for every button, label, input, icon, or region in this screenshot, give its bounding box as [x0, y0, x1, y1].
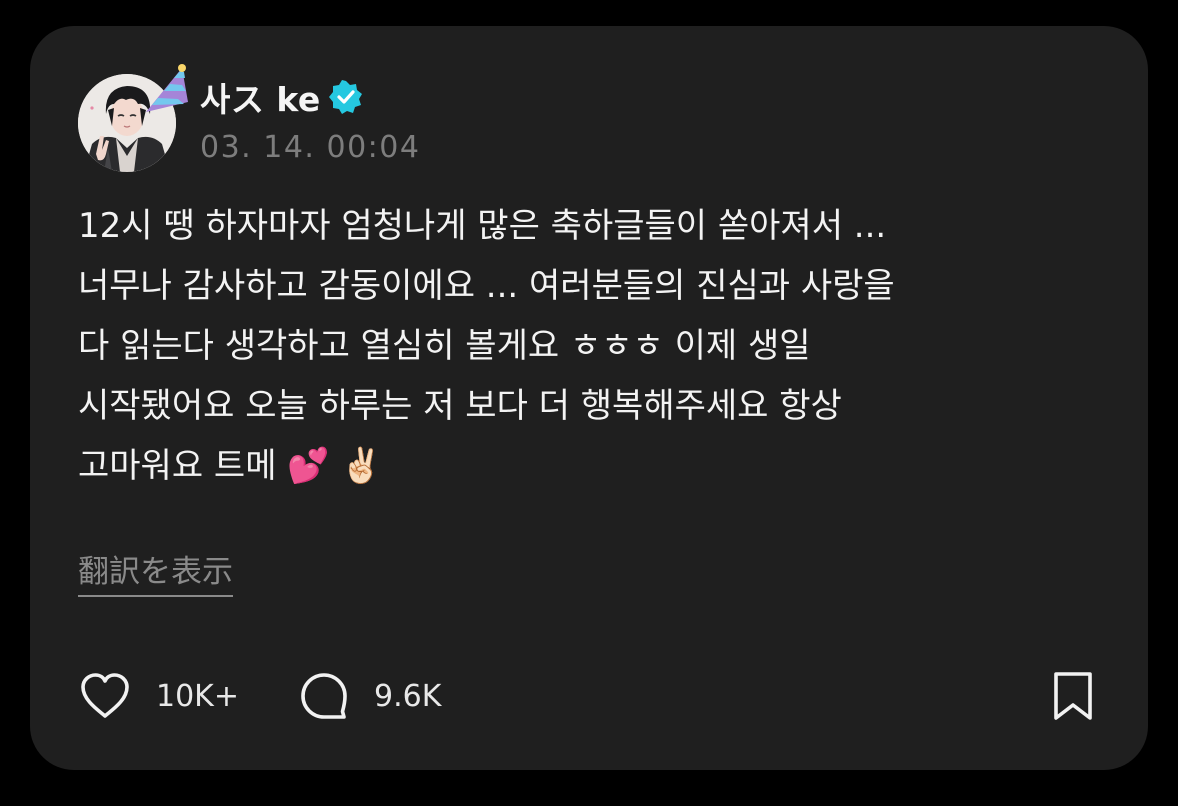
reply-count: 9.6K — [374, 678, 442, 714]
like-button[interactable]: 10K+ — [78, 668, 239, 724]
post-text: 12시 땡 하자마자 엄청나게 많은 축하글들이 쏟아져서 ... 너무나 감사… — [78, 206, 895, 486]
bookmark-icon[interactable] — [1046, 669, 1100, 723]
party-hat-icon — [146, 64, 188, 112]
verified-badge-icon — [328, 80, 362, 114]
comment-icon — [301, 673, 347, 719]
reply-button[interactable]: 9.6K — [298, 668, 441, 724]
post-timestamp: 03. 14. 00:04 — [200, 130, 421, 165]
author-name[interactable]: 사ス ke — [200, 73, 321, 121]
author-row: 사ス ke — [200, 74, 363, 120]
avatar-container[interactable] — [78, 64, 188, 174]
like-count: 10K+ — [156, 678, 239, 714]
post-card: 사ス ke 03. 14. 00:04 12시 땡 하자마자 엄청나게 많은 축… — [30, 26, 1148, 770]
show-translation-link[interactable]: 翻訳を表示 — [78, 546, 233, 597]
heart-icon — [81, 673, 129, 718]
